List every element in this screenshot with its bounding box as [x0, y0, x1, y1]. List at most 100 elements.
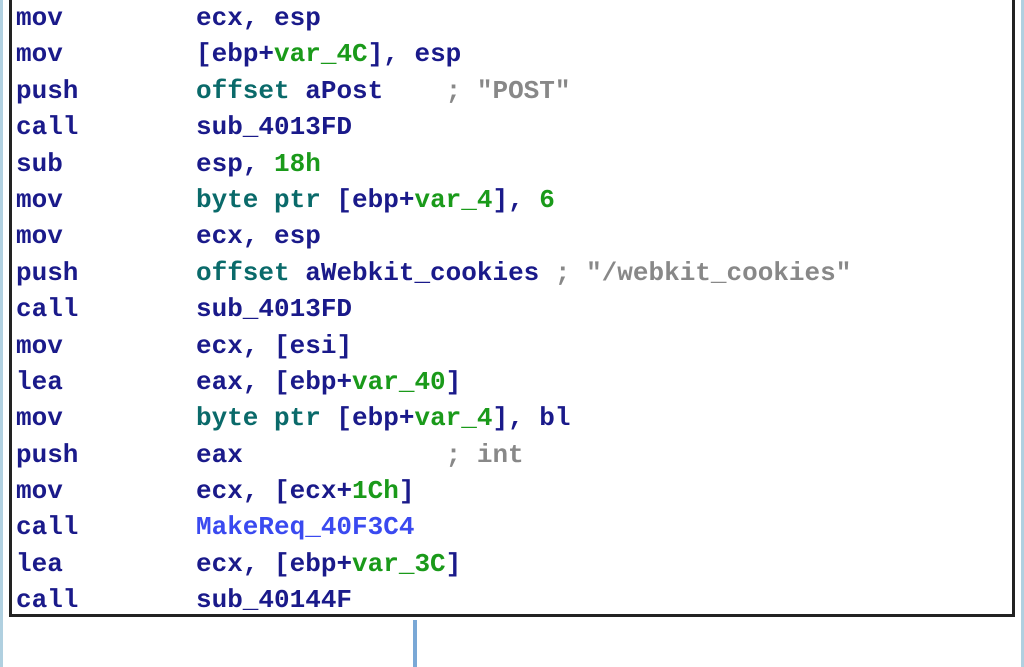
asm-token: ]: [399, 476, 415, 506]
asm-token: ],: [492, 403, 539, 433]
asm-line[interactable]: leaecx, [ebp+var_3C]: [16, 546, 1008, 582]
asm-operands: ecx, [ebp+var_3C]: [196, 546, 461, 582]
asm-operands: sub_4013FD: [196, 291, 352, 327]
asm-token: esp: [274, 3, 321, 33]
asm-token: 6: [539, 185, 555, 215]
asm-operands: esp, 18h: [196, 146, 321, 182]
asm-operands: ecx, esp: [196, 0, 321, 36]
asm-token: ecx: [196, 476, 243, 506]
asm-mnemonic: mov: [16, 400, 196, 436]
asm-operands: [ebp+var_4C], esp: [196, 36, 461, 72]
asm-token: [: [196, 39, 212, 69]
asm-line[interactable]: movecx, esp: [16, 0, 1008, 36]
asm-token: eax: [196, 367, 243, 397]
asm-token: ,: [243, 3, 274, 33]
asm-operands: eax ; int: [196, 437, 524, 473]
asm-line[interactable]: callMakeReq_40F3C4: [16, 509, 1008, 545]
asm-line[interactable]: callsub_40144F: [16, 582, 1008, 617]
asm-token: [290, 76, 306, 106]
ida-graph-node-frame: movecx, espmov[ebp+var_4C], esppushoffse…: [0, 0, 1024, 667]
asm-token: offset: [196, 258, 290, 288]
asm-token: 18h: [274, 149, 321, 179]
asm-token: ebp: [290, 367, 337, 397]
asm-token: MakeReq_40F3C4: [196, 512, 414, 542]
asm-line[interactable]: mov[ebp+var_4C], esp: [16, 36, 1008, 72]
asm-token: ecx: [196, 221, 243, 251]
asm-operands: sub_40144F: [196, 582, 352, 617]
asm-operands: offset aWebkit_cookies ; "/webkit_cookie…: [196, 255, 851, 291]
asm-token: sub_4013FD: [196, 112, 352, 142]
asm-token: aPost: [305, 76, 445, 106]
asm-mnemonic: mov: [16, 328, 196, 364]
asm-token: esp: [274, 221, 321, 251]
asm-operands: sub_4013FD: [196, 109, 352, 145]
asm-mnemonic: mov: [16, 218, 196, 254]
asm-token: ; "POST": [446, 76, 571, 106]
asm-token: var_3C: [352, 549, 446, 579]
asm-token: +: [336, 549, 352, 579]
asm-token: ],: [492, 185, 539, 215]
asm-token: eax: [196, 440, 446, 470]
asm-token: aWebkit_cookies: [305, 258, 555, 288]
asm-token: +: [399, 185, 415, 215]
asm-line[interactable]: leaeax, [ebp+var_40]: [16, 364, 1008, 400]
asm-operands: ecx, [ecx+1Ch]: [196, 473, 414, 509]
asm-token: ]: [336, 331, 352, 361]
asm-token: offset: [196, 76, 290, 106]
asm-token: sub_4013FD: [196, 294, 352, 324]
asm-line[interactable]: subesp, 18h: [16, 146, 1008, 182]
asm-token: ],: [368, 39, 415, 69]
asm-token: , [: [243, 549, 290, 579]
asm-line[interactable]: callsub_4013FD: [16, 109, 1008, 145]
asm-mnemonic: mov: [16, 182, 196, 218]
asm-token: var_40: [352, 367, 446, 397]
asm-token: ]: [446, 367, 462, 397]
asm-line[interactable]: movbyte ptr [ebp+var_4], bl: [16, 400, 1008, 436]
asm-line[interactable]: pushoffset aPost ; "POST": [16, 73, 1008, 109]
asm-token: esi: [290, 331, 337, 361]
asm-mnemonic: mov: [16, 36, 196, 72]
asm-token: ]: [446, 549, 462, 579]
asm-line[interactable]: pushoffset aWebkit_cookies ; "/webkit_co…: [16, 255, 1008, 291]
asm-token: ecx: [196, 549, 243, 579]
asm-line[interactable]: movecx, esp: [16, 218, 1008, 254]
asm-line[interactable]: movbyte ptr [ebp+var_4], 6: [16, 182, 1008, 218]
asm-token: ebp: [290, 549, 337, 579]
asm-mnemonic: push: [16, 255, 196, 291]
graph-edge-connector: [413, 620, 417, 667]
asm-token: bl: [539, 403, 570, 433]
asm-token: byte ptr: [196, 185, 321, 215]
asm-operands: ecx, [esi]: [196, 328, 352, 364]
asm-token: ,: [243, 149, 274, 179]
asm-mnemonic: call: [16, 291, 196, 327]
asm-token: ecx: [196, 331, 243, 361]
asm-token: ; "/webkit_cookies": [555, 258, 851, 288]
asm-token: var_4: [414, 403, 492, 433]
asm-operands: offset aPost ; "POST": [196, 73, 571, 109]
disassembly-block[interactable]: movecx, espmov[ebp+var_4C], esppushoffse…: [9, 0, 1015, 617]
asm-token: ecx: [196, 3, 243, 33]
asm-token: var_4C: [274, 39, 368, 69]
asm-mnemonic: mov: [16, 473, 196, 509]
asm-operands: MakeReq_40F3C4: [196, 509, 414, 545]
asm-mnemonic: call: [16, 109, 196, 145]
asm-token: , [: [243, 331, 290, 361]
asm-token: +: [336, 367, 352, 397]
asm-token: ebp: [352, 403, 399, 433]
asm-token: , [: [243, 476, 290, 506]
asm-line[interactable]: movecx, [ecx+1Ch]: [16, 473, 1008, 509]
asm-line[interactable]: callsub_4013FD: [16, 291, 1008, 327]
asm-line[interactable]: movecx, [esi]: [16, 328, 1008, 364]
asm-token: ,: [243, 221, 274, 251]
asm-line[interactable]: pusheax ; int: [16, 437, 1008, 473]
asm-mnemonic: push: [16, 73, 196, 109]
asm-mnemonic: lea: [16, 546, 196, 582]
asm-token: sub_40144F: [196, 585, 352, 615]
asm-mnemonic: call: [16, 509, 196, 545]
asm-mnemonic: mov: [16, 0, 196, 36]
asm-mnemonic: call: [16, 582, 196, 617]
asm-token: esp: [196, 149, 243, 179]
asm-operands: eax, [ebp+var_40]: [196, 364, 461, 400]
asm-token: +: [258, 39, 274, 69]
asm-operands: byte ptr [ebp+var_4], bl: [196, 400, 571, 436]
